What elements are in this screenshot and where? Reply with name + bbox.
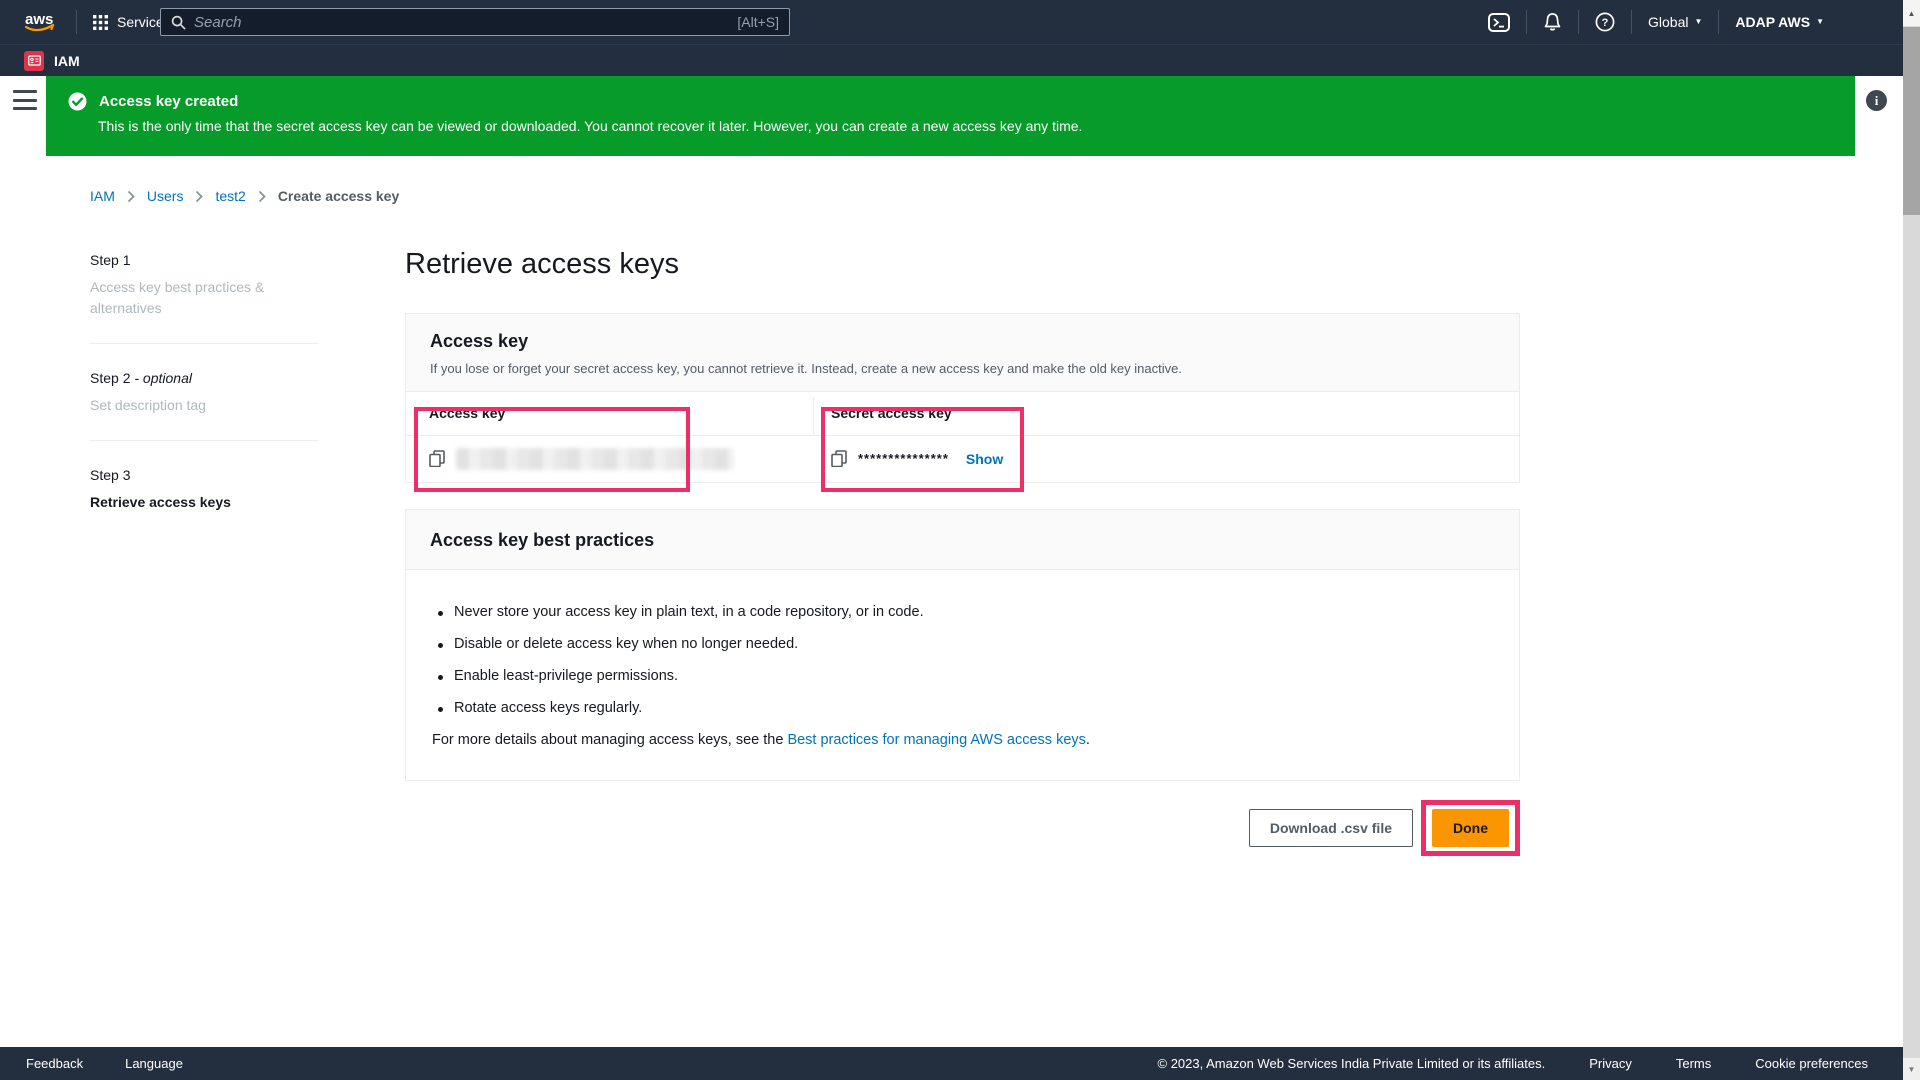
best-practice-item: Enable least-privilege permissions. — [430, 668, 1495, 684]
privacy-link[interactable]: Privacy — [1589, 1056, 1632, 1071]
copyright-text: © 2023, Amazon Web Services India Privat… — [1158, 1056, 1546, 1071]
scrollbar-down-button[interactable]: ▼ — [1903, 1058, 1920, 1080]
notifications-button[interactable] — [1527, 0, 1578, 44]
console-footer: Feedback Language © 2023, Amazon Web Ser… — [0, 1047, 1920, 1080]
best-practices-list: Never store your access key in plain tex… — [430, 604, 1495, 716]
wizard-steps-nav: Step 1 Access key best practices & alter… — [90, 246, 318, 557]
help-icon: ? — [1595, 12, 1615, 32]
step-label: Set description tag — [90, 395, 318, 416]
search-input[interactable] — [194, 14, 737, 31]
step-item-1: Step 1 Access key best practices & alter… — [90, 246, 318, 344]
region-label: Global — [1648, 14, 1688, 30]
chevron-right-icon — [195, 190, 203, 203]
flashbar-title: Access key created — [99, 92, 238, 112]
column-label-access-key: Access key — [429, 405, 505, 421]
scrollbar-up-button[interactable]: ▲ — [1903, 0, 1920, 26]
feedback-link[interactable]: Feedback — [26, 1056, 83, 1071]
chevron-right-icon — [258, 190, 266, 203]
terms-link[interactable]: Terms — [1676, 1056, 1711, 1071]
nav-divider — [76, 10, 77, 34]
wizard-actions: Download .csv file Done — [405, 800, 1520, 856]
region-selector[interactable]: Global ▼ — [1632, 0, 1718, 44]
iam-service-icon[interactable] — [24, 51, 44, 71]
search-box[interactable]: [Alt+S] — [160, 8, 790, 36]
best-practices-link[interactable]: Best practices for managing AWS access k… — [787, 732, 1085, 748]
column-label-secret-key: Secret access key — [831, 405, 952, 421]
flashbar-message: This is the only time that the secret ac… — [98, 118, 1835, 134]
step-optional-suffix: - optional — [130, 370, 191, 386]
access-key-table: Access key Secret access key — [406, 392, 1519, 482]
best-practice-item: Disable or delete access key when no lon… — [430, 636, 1495, 652]
step-label-current: Retrieve access keys — [90, 492, 318, 513]
top-navigation: aws Services [Alt+S] — [0, 0, 1920, 44]
caret-down-icon: ▼ — [1694, 18, 1702, 26]
language-link[interactable]: Language — [125, 1056, 183, 1071]
grid-icon — [93, 15, 108, 30]
scrollbar-thumb[interactable] — [1903, 27, 1920, 215]
copy-icon — [831, 450, 847, 467]
info-panel-button[interactable]: i — [1866, 90, 1887, 111]
masked-secret-value: *************** — [858, 451, 949, 466]
aws-logo-icon: aws — [22, 9, 60, 35]
download-csv-button[interactable]: Download .csv file — [1249, 809, 1413, 847]
annotation-box-done: Done — [1421, 800, 1520, 856]
success-flashbar: Access key created This is the only time… — [46, 76, 1855, 156]
breadcrumb: IAM Users test2 Create access key — [90, 188, 399, 204]
side-menu-toggle[interactable] — [12, 88, 38, 112]
step-label: Access key best practices & alternatives — [90, 277, 318, 319]
scroll-down-icon: ▼ — [1908, 1065, 1916, 1074]
step-item-3: Step 3 Retrieve access keys — [90, 461, 318, 537]
access-key-card-title: Access key — [430, 331, 1495, 352]
step-number: Step 1 — [90, 252, 130, 268]
step-number: Step 2 — [90, 370, 130, 386]
cloudshell-terminal-icon — [1488, 13, 1510, 32]
copy-access-key-button[interactable] — [429, 450, 445, 467]
best-practices-card-title: Access key best practices — [430, 530, 1495, 551]
account-menu[interactable]: ADAP AWS ▼ — [1719, 0, 1840, 44]
nav-right-group: ? Global ▼ ADAP AWS ▼ — [1472, 0, 1840, 44]
bell-icon — [1543, 12, 1562, 32]
breadcrumb-link-users[interactable]: Users — [147, 188, 184, 204]
best-practices-card: Access key best practices Never store yo… — [405, 509, 1520, 781]
page-title: Retrieve access keys — [405, 248, 1520, 281]
cookie-preferences-link[interactable]: Cookie preferences — [1755, 1056, 1868, 1071]
success-check-icon — [68, 92, 87, 111]
step-number: Step 3 — [90, 467, 130, 483]
service-navigation: IAM — [0, 44, 1920, 76]
main-content: Retrieve access keys Access key If you l… — [405, 248, 1520, 856]
search-icon — [171, 15, 186, 30]
aws-logo[interactable]: aws — [22, 9, 60, 35]
breadcrumb-link-test2[interactable]: test2 — [215, 188, 245, 204]
iam-service-label[interactable]: IAM — [54, 53, 80, 69]
column-divider — [813, 397, 814, 434]
svg-text:aws: aws — [25, 11, 53, 28]
best-practice-item: Never store your access key in plain tex… — [430, 604, 1495, 620]
svg-text:?: ? — [1602, 17, 1609, 29]
account-label: ADAP AWS — [1735, 14, 1810, 30]
redacted-access-key-value — [456, 448, 734, 470]
help-button[interactable]: ? — [1579, 0, 1631, 44]
copy-icon — [429, 450, 445, 467]
access-key-card-description: If you lose or forget your secret access… — [430, 361, 1495, 376]
cloudshell-button[interactable] — [1472, 0, 1526, 44]
chevron-right-icon — [127, 190, 135, 203]
aws-console-screen: aws Services [Alt+S] — [0, 0, 1920, 1080]
show-secret-link[interactable]: Show — [966, 451, 1003, 467]
copy-secret-key-button[interactable] — [831, 450, 847, 467]
breadcrumb-current: Create access key — [278, 188, 399, 204]
hamburger-icon — [13, 90, 37, 93]
best-practices-more-text: For more details about managing access k… — [430, 732, 1495, 748]
search-shortcut: [Alt+S] — [737, 14, 779, 30]
access-key-card: Access key If you lose or forget your se… — [405, 313, 1520, 483]
scroll-up-icon: ▲ — [1908, 9, 1916, 18]
best-practice-item: Rotate access keys regularly. — [430, 700, 1495, 716]
vertical-scrollbar[interactable]: ▲ ▼ — [1903, 0, 1920, 1080]
done-button[interactable]: Done — [1432, 809, 1509, 847]
step-item-2: Step 2 - optional Set description tag — [90, 364, 318, 441]
info-icon: i — [1875, 93, 1879, 109]
caret-down-icon: ▼ — [1816, 18, 1824, 26]
breadcrumb-link-iam[interactable]: IAM — [90, 188, 115, 204]
